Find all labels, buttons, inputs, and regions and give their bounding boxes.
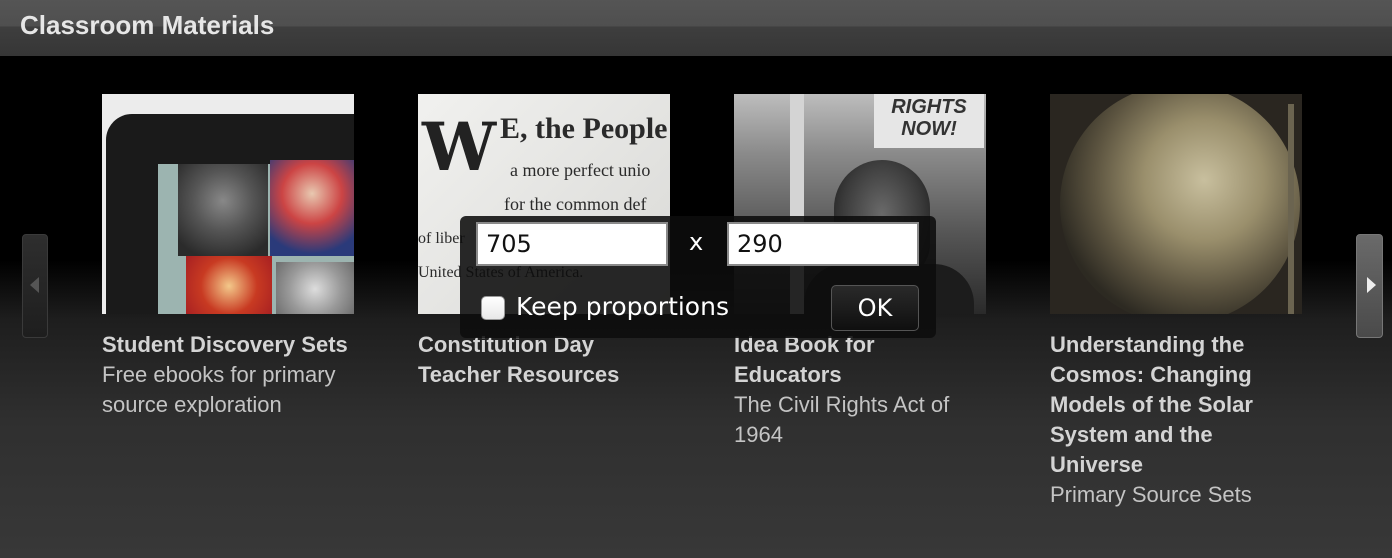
card-subtitle: Free ebooks for primary source explorati… [102,362,336,417]
width-input[interactable] [476,222,668,266]
card-title[interactable]: Constitution Day Teacher Resources [418,330,670,390]
section-title: Classroom Materials [20,10,275,40]
card-title[interactable]: Understanding the Cosmos: Changing Model… [1050,330,1302,480]
historical-photo [270,160,354,256]
card-understanding-cosmos[interactable]: Understanding the Cosmos: Changing Model… [1050,94,1302,510]
chevron-left-icon [30,277,39,293]
keep-proportions-label[interactable]: Keep proportions [516,292,729,321]
chevron-right-icon [1367,277,1376,293]
carousel-prev-button[interactable] [22,234,48,338]
historical-photo [178,164,268,256]
document-initial: W [422,108,497,186]
carousel-next-button[interactable] [1356,234,1383,338]
globe-image [1060,94,1300,314]
historical-photo [276,262,354,314]
height-input[interactable] [727,222,919,266]
card-subtitle: The Civil Rights Act of 1964 [734,392,950,447]
protest-sign: RIGHTS NOW! [874,94,984,148]
dimension-separator: x [689,228,704,256]
card-thumbnail[interactable] [102,94,354,314]
card-title[interactable]: Idea Book for Educators [734,330,986,390]
card-title[interactable]: Student Discovery Sets [102,330,354,360]
page: Classroom Materials Student Discovery Se… [0,0,1392,558]
section-header: Classroom Materials [0,0,1392,56]
resize-dialog: x Keep proportions OK [460,216,936,338]
card-subtitle: Primary Source Sets [1050,482,1252,507]
card-thumbnail[interactable] [1050,94,1302,314]
card-student-discovery-sets[interactable]: Student Discovery Sets Free ebooks for p… [102,94,354,420]
ok-button[interactable]: OK [831,285,919,331]
keep-proportions-checkbox[interactable] [481,296,505,320]
historical-photo [186,256,272,314]
